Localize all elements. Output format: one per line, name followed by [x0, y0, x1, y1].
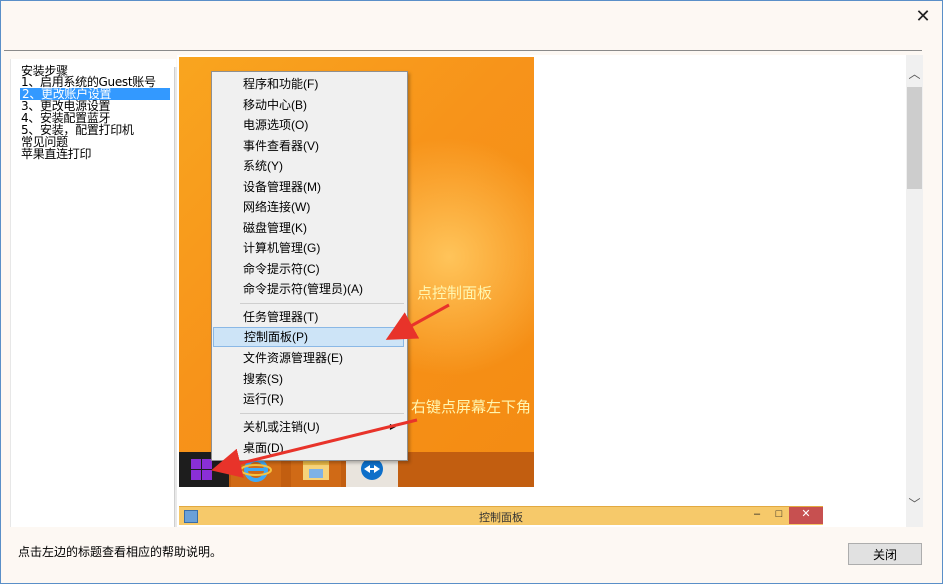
arrow-to-start-button: [211, 418, 418, 478]
close-icon: ✕: [789, 507, 823, 524]
content-scrollbar[interactable]: ︿ ﹀: [906, 55, 923, 527]
scroll-down-icon[interactable]: ﹀: [906, 496, 923, 513]
tutorial-screenshot: 程序和功能(F) 移动中心(B) 电源选项(O) 事件查看器(V) 系统(Y) …: [179, 57, 534, 487]
help-content: 程序和功能(F) 移动中心(B) 电源选项(O) 事件查看器(V) 系统(Y) …: [177, 55, 906, 527]
control-panel-window-titlebar: 控制面板 – □ ✕: [179, 506, 823, 525]
title-bar: ✕: [1, 1, 942, 49]
arrow-to-control-panel: [385, 303, 450, 340]
annotation-arrows: [211, 303, 450, 478]
toc-panel: 安装步骤 1、启用系统的Guest账号 2、更改账户设置 3、更改电源设置 4、…: [10, 59, 176, 527]
minimize-icon: –: [753, 508, 761, 520]
close-button[interactable]: 关闭: [848, 543, 922, 565]
header-divider: [4, 50, 922, 51]
scroll-up-icon[interactable]: ︿: [906, 66, 923, 83]
maximize-icon: □: [775, 508, 783, 520]
scroll-thumb[interactable]: [907, 87, 922, 189]
toc-item-airprint[interactable]: 苹果直连打印: [21, 148, 92, 160]
footer-hint: 点击左边的标题查看相应的帮助说明。: [18, 545, 223, 559]
control-panel-title: 控制面板: [479, 512, 523, 524]
window-close-icon[interactable]: ✕: [914, 7, 932, 25]
